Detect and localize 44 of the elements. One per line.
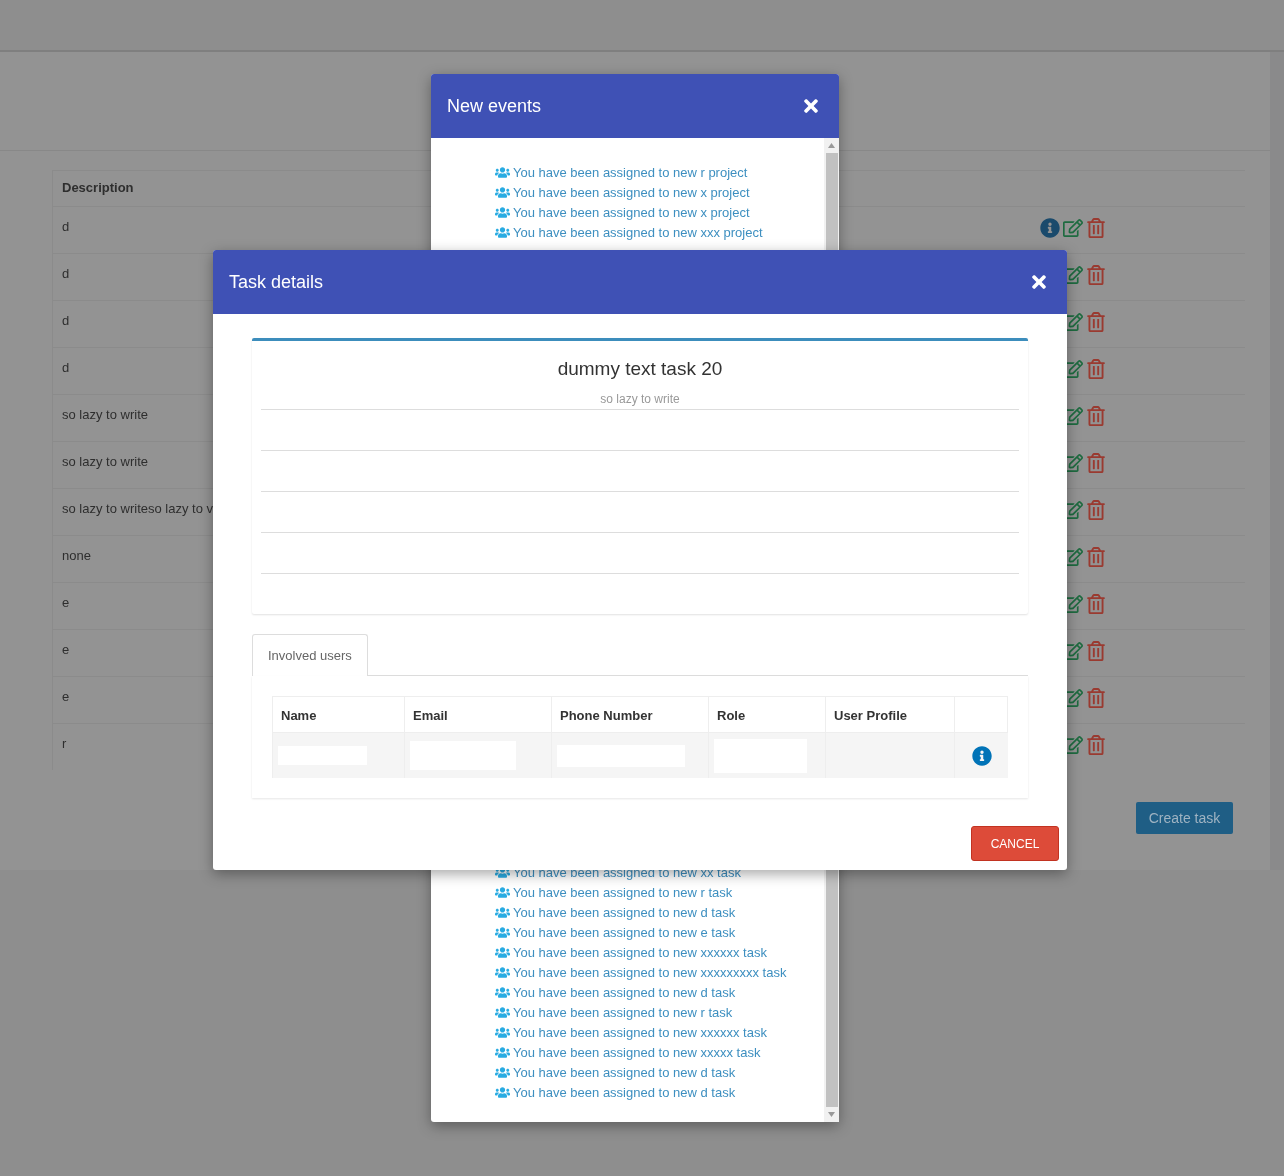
column-header: Phone Number [551, 696, 708, 733]
trash-icon[interactable] [1086, 218, 1106, 238]
event-link[interactable]: You have been assigned to new xxx project [495, 222, 824, 242]
event-link[interactable]: You have been assigned to new xxxxx task [495, 1042, 824, 1062]
down-arrow-icon[interactable] [828, 1112, 835, 1117]
users-icon [495, 1084, 510, 1100]
task-description: so lazy to write [599, 392, 681, 408]
users-icon [495, 884, 510, 900]
users-icon [495, 184, 510, 200]
event-link[interactable]: You have been assigned to new d task [495, 982, 824, 1002]
users-icon [495, 1044, 510, 1060]
info-icon[interactable] [1040, 218, 1060, 238]
close-icon [1029, 272, 1049, 292]
users-icon [495, 204, 510, 220]
dialog-title: Task details [229, 271, 324, 293]
event-link[interactable]: You have been assigned to new d task [495, 902, 824, 922]
close-icon [801, 96, 821, 116]
users-icon [495, 1064, 510, 1080]
event-link[interactable]: You have been assigned to new xxxxxx task [495, 942, 824, 962]
dialog-title: New events [447, 95, 542, 117]
event-link[interactable]: You have been assigned to new x project [495, 182, 824, 202]
event-link[interactable]: You have been assigned to new r task [495, 882, 824, 902]
event-link[interactable]: You have been assigned to new r task [495, 1002, 824, 1022]
event-link[interactable]: You have been assigned to new e task [495, 922, 824, 942]
task-name: dummy text task 20 [556, 358, 724, 380]
users-icon [495, 1024, 510, 1040]
trash-icon[interactable] [1086, 265, 1106, 285]
users-icon [495, 924, 510, 940]
users-icon [495, 904, 510, 920]
up-arrow-icon[interactable] [828, 143, 835, 148]
event-link[interactable]: You have been assigned to new xxxxxx task [495, 1022, 824, 1042]
event-link[interactable]: You have been assigned to new d task [495, 1062, 824, 1082]
info-icon[interactable] [971, 745, 992, 766]
users-icon [495, 964, 510, 980]
users-icon [495, 984, 510, 1000]
cancel-button[interactable]: CANCEL [971, 826, 1059, 861]
tab[interactable]: Involved users [252, 634, 368, 676]
users-icon [495, 944, 510, 960]
event-link[interactable]: You have been assigned to new d task [495, 1082, 824, 1102]
create-task-button[interactable]: Create task [1136, 802, 1233, 834]
users-icon [495, 1004, 510, 1020]
users-icon [495, 164, 510, 180]
event-link[interactable]: You have been assigned to new xxxxxxxxx task [495, 962, 824, 982]
users-icon [495, 224, 510, 240]
